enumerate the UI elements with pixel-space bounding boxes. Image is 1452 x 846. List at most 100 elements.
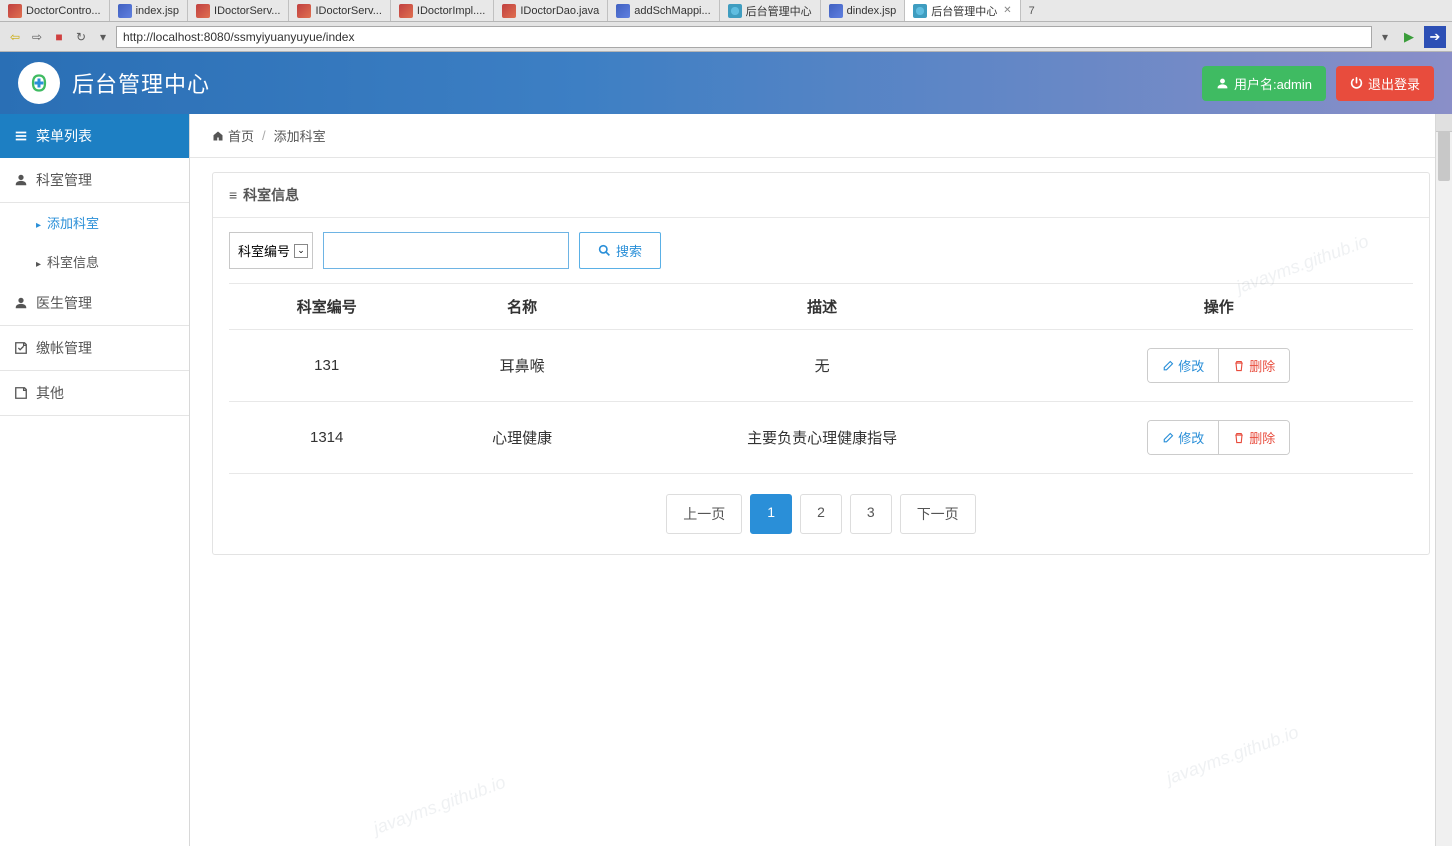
page-number[interactable]: 3 [850, 494, 892, 534]
browser-toolbar: ⇦ ⇨ ■ ↻ ▾ ▾ ▶ ➔ [0, 22, 1452, 52]
external-button[interactable]: ➔ [1424, 26, 1446, 48]
close-icon[interactable]: ✕ [1003, 5, 1011, 16]
logout-button[interactable]: 退出登录 [1336, 66, 1434, 101]
jsp-file-icon [118, 4, 132, 18]
user-label: 用户名:admin [1234, 74, 1312, 93]
refresh-button[interactable]: ↻ [72, 28, 90, 46]
breadcrumb-home[interactable]: 首页 [212, 126, 254, 145]
url-input[interactable] [116, 26, 1372, 48]
back-button[interactable]: ⇦ [6, 28, 24, 46]
ide-tab-bar: DoctorContro...index.jspIDoctorServ...ID… [0, 0, 1452, 22]
user-icon [1216, 77, 1229, 90]
trash-icon [1233, 360, 1245, 372]
search-row: 科室编号 ⌄ 搜索 [229, 232, 1413, 269]
page-next[interactable]: 下一页 [900, 494, 976, 534]
jsp-file-icon [616, 4, 630, 18]
sidebar-item[interactable]: 医生管理 [0, 281, 189, 326]
bars-icon: ≡ [229, 187, 237, 203]
edit-button[interactable]: 修改 [1148, 421, 1219, 454]
java-file-icon [196, 4, 210, 18]
delete-button[interactable]: 删除 [1219, 349, 1289, 382]
home-icon [212, 130, 224, 142]
menu-icon [14, 173, 28, 187]
page-number[interactable]: 2 [800, 494, 842, 534]
sidebar: 菜单列表 科室管理添加科室科室信息医生管理缴帐管理其他 [0, 114, 190, 846]
java-file-icon [297, 4, 311, 18]
page-prev[interactable]: 上一页 [666, 494, 742, 534]
app-title: 后台管理中心 [72, 67, 210, 99]
menu-icon [14, 386, 28, 400]
ide-tab[interactable]: addSchMappi... [608, 0, 719, 22]
ide-tab[interactable]: 后台管理中心 [720, 0, 821, 22]
list-icon [14, 129, 28, 143]
sidebar-subitem[interactable]: 添加科室 [0, 203, 189, 242]
cell-id: 131 [229, 330, 424, 402]
stop-button[interactable]: ■ [50, 28, 68, 46]
cell-name: 心理健康 [424, 402, 619, 474]
edit-button[interactable]: 修改 [1148, 349, 1219, 382]
ide-tab[interactable]: IDoctorServ... [188, 0, 289, 22]
page-number[interactable]: 1 [750, 494, 792, 534]
sidebar-header: 菜单列表 [0, 114, 189, 158]
web-file-icon [913, 4, 927, 18]
cell-actions: 修改 删除 [1025, 330, 1414, 402]
sidebar-item[interactable]: 缴帐管理 [0, 326, 189, 371]
java-file-icon [399, 4, 413, 18]
java-file-icon [8, 4, 22, 18]
search-button[interactable]: 搜索 [579, 232, 661, 269]
ide-tab[interactable]: dindex.jsp [821, 0, 906, 22]
table-header: 操作 [1025, 284, 1414, 330]
edit-icon [1162, 432, 1174, 444]
panel: ≡ 科室信息 科室编号 ⌄ 搜索 [212, 172, 1430, 555]
sidebar-item[interactable]: 科室管理 [0, 158, 189, 203]
data-table: 科室编号名称描述操作 131 耳鼻喉 无 修改 删除 1314 心理健康 主要负… [229, 283, 1413, 474]
search-field-select[interactable]: 科室编号 ⌄ [229, 232, 313, 269]
table-row: 131 耳鼻喉 无 修改 删除 [229, 330, 1413, 402]
ide-tab[interactable]: index.jsp [110, 0, 188, 22]
pagination: 上一页123下一页 [229, 494, 1413, 534]
menu-icon [14, 296, 28, 310]
user-button[interactable]: 用户名:admin [1202, 66, 1326, 101]
ide-tab[interactable]: 后台管理中心✕ [905, 0, 1020, 22]
power-icon [1350, 77, 1363, 90]
table-row: 1314 心理健康 主要负责心理健康指导 修改 删除 [229, 402, 1413, 474]
ide-tab[interactable]: IDoctorServ... [289, 0, 390, 22]
table-header: 科室编号 [229, 284, 424, 330]
search-icon [598, 244, 611, 257]
tab-overflow[interactable]: 7 [1021, 5, 1043, 17]
search-input[interactable] [323, 232, 569, 269]
delete-button[interactable]: 删除 [1219, 421, 1289, 454]
breadcrumb-separator: / [262, 128, 266, 143]
cell-desc: 无 [620, 330, 1025, 402]
chevron-down-icon: ⌄ [294, 244, 308, 258]
watermark: javayms.github.io [1164, 722, 1302, 789]
breadcrumb-current: 添加科室 [274, 126, 326, 145]
app-header: 后台管理中心 用户名:admin 退出登录 [0, 52, 1452, 114]
sidebar-subitem[interactable]: 科室信息 [0, 242, 189, 281]
panel-header: ≡ 科室信息 [213, 173, 1429, 218]
java-file-icon [502, 4, 516, 18]
breadcrumb: 首页 / 添加科室 [190, 114, 1452, 158]
table-header: 描述 [620, 284, 1025, 330]
forward-button[interactable]: ⇨ [28, 28, 46, 46]
menu-icon [14, 341, 28, 355]
table-header: 名称 [424, 284, 619, 330]
scrollbar-thumb[interactable] [1438, 131, 1450, 181]
scrollbar[interactable] [1435, 114, 1452, 846]
logo-icon [18, 62, 60, 104]
refresh-dropdown[interactable]: ▾ [94, 28, 112, 46]
logout-label: 退出登录 [1368, 74, 1420, 93]
sidebar-item[interactable]: 其他 [0, 371, 189, 416]
ide-tab[interactable]: IDoctorImpl.... [391, 0, 494, 22]
cell-id: 1314 [229, 402, 424, 474]
main-content: 首页 / 添加科室 ≡ 科室信息 科室编号 ⌄ [190, 114, 1452, 846]
go-button[interactable]: ▶ [1398, 26, 1420, 48]
url-dropdown[interactable]: ▾ [1376, 28, 1394, 46]
cell-desc: 主要负责心理健康指导 [620, 402, 1025, 474]
jsp-file-icon [829, 4, 843, 18]
ide-tab[interactable]: IDoctorDao.java [494, 0, 608, 22]
ide-tab[interactable]: DoctorContro... [0, 0, 110, 22]
cell-actions: 修改 删除 [1025, 402, 1414, 474]
cell-name: 耳鼻喉 [424, 330, 619, 402]
web-file-icon [728, 4, 742, 18]
